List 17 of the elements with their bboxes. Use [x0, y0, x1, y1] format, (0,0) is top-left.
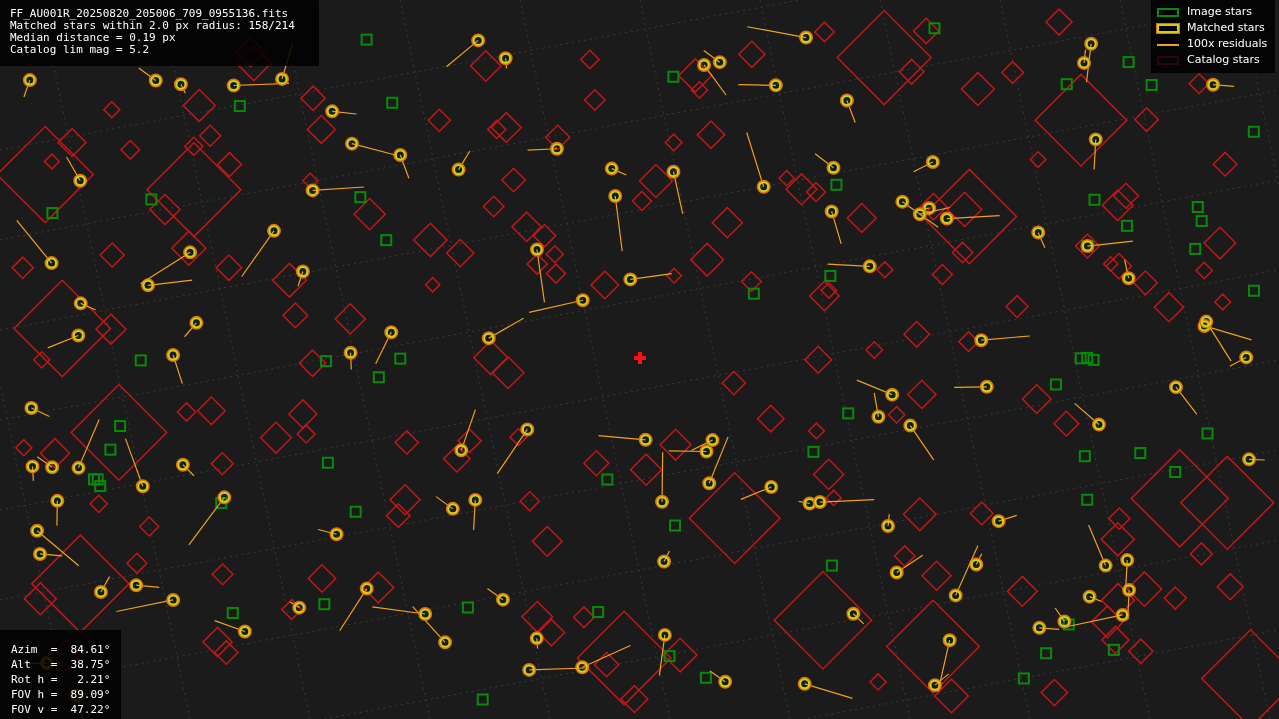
pointing-text: Azim = 84.61° [11, 642, 112, 657]
legend-label: Catalog stars [1187, 52, 1260, 69]
info-text: Catalog lim mag = 5.2 [10, 44, 151, 56]
legend-label: Image stars [1187, 4, 1252, 21]
pointing-text: FOV h = 89.09° [11, 687, 112, 702]
legend-label: Matched stars [1187, 20, 1265, 37]
residual-line-icon [1157, 43, 1179, 46]
info-text: Matched stars within 2.0 px radius: 158/214 [10, 20, 296, 32]
pointing-text: Alt = 38.75° [11, 657, 112, 672]
matched-star-swatch-icon [1157, 24, 1179, 33]
info-text: FF_AU001R_20250820_205006_709_0955136.fits [10, 8, 290, 20]
legend-label: 100x residuals [1187, 36, 1268, 53]
pointing-text: FOV v = 47.22° [11, 702, 112, 717]
catalog-star-swatch-icon [1157, 56, 1179, 65]
info-text: Median distance = 0.19 px [10, 32, 177, 44]
image-star-swatch-icon [1157, 8, 1179, 17]
pointing-text: Rot h = 2.21° [11, 672, 112, 687]
